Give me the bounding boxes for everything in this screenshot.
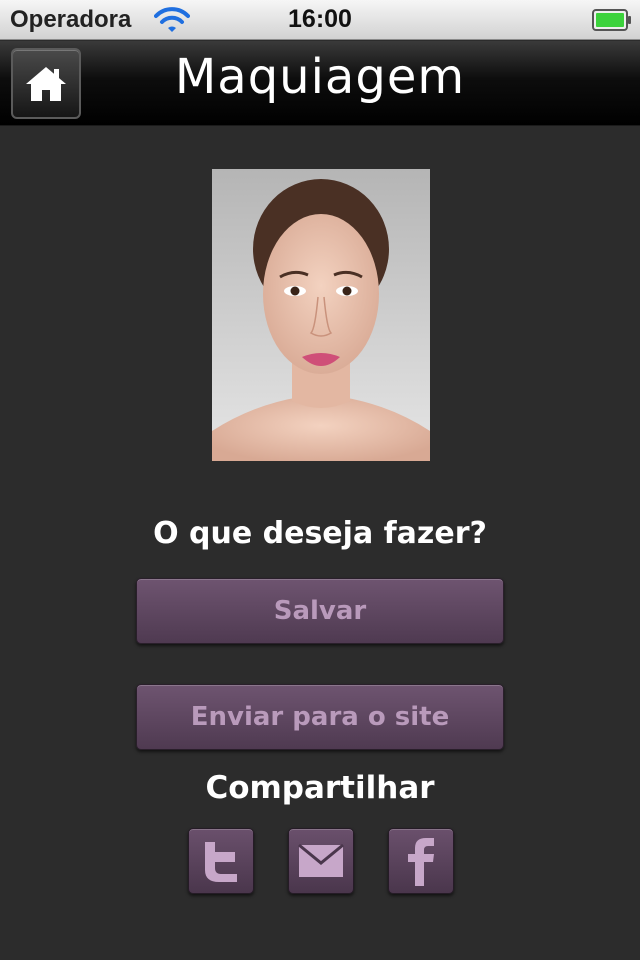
- status-bar: Operadora 16:00: [0, 0, 640, 40]
- twitter-share-button[interactable]: [188, 828, 254, 894]
- send-to-site-button[interactable]: Enviar para o site: [136, 684, 504, 750]
- facebook-icon: [408, 838, 434, 886]
- page-title: Maquiagem: [174, 49, 466, 105]
- mail-icon: [298, 844, 344, 877]
- portrait-photo: [212, 169, 430, 461]
- battery-full-icon: [592, 9, 631, 31]
- nav-bar: Maquiagem: [0, 41, 640, 126]
- mail-share-button[interactable]: [288, 828, 354, 894]
- save-button[interactable]: Salvar: [136, 578, 504, 644]
- facebook-share-button[interactable]: [388, 828, 454, 894]
- twitter-icon: [205, 842, 237, 882]
- share-heading: Compartilhar: [205, 770, 435, 806]
- status-time: 16:00: [288, 5, 352, 33]
- question-heading: O que deseja fazer?: [153, 516, 487, 551]
